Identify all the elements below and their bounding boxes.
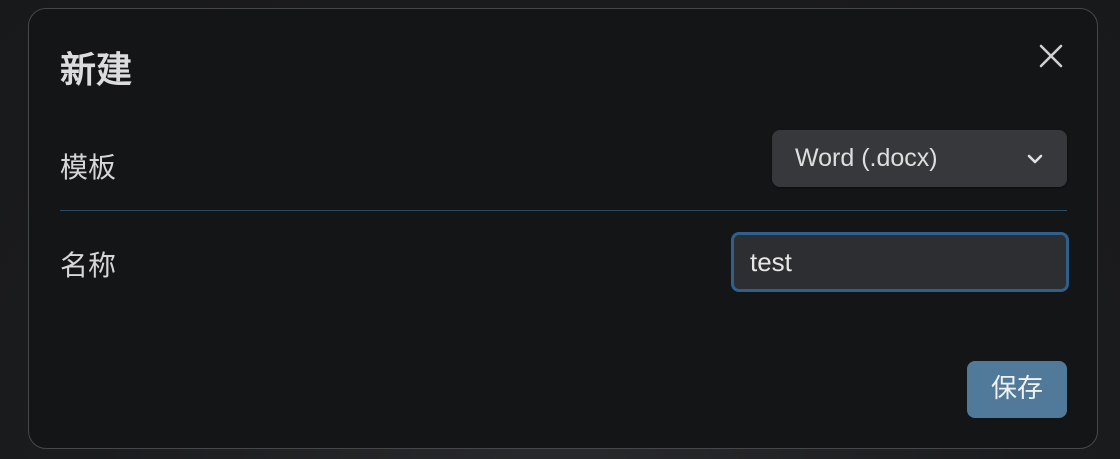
- close-icon: [1039, 44, 1063, 68]
- template-dropdown[interactable]: Word (.docx): [772, 130, 1067, 187]
- name-input[interactable]: [731, 232, 1069, 292]
- new-file-dialog: 新建 模板 Word (.docx) 名称 保存: [28, 8, 1098, 449]
- chevron-down-icon: [1025, 149, 1045, 169]
- template-selected-value: Word (.docx): [795, 144, 938, 172]
- dialog-title: 新建: [60, 50, 133, 91]
- setting-row-template: 模板 Word (.docx): [60, 119, 1067, 211]
- name-label: 名称: [60, 249, 117, 282]
- template-label: 模板: [60, 151, 117, 184]
- save-button[interactable]: 保存: [967, 361, 1067, 418]
- setting-row-name: 名称: [60, 221, 1069, 311]
- close-button[interactable]: [1033, 38, 1069, 74]
